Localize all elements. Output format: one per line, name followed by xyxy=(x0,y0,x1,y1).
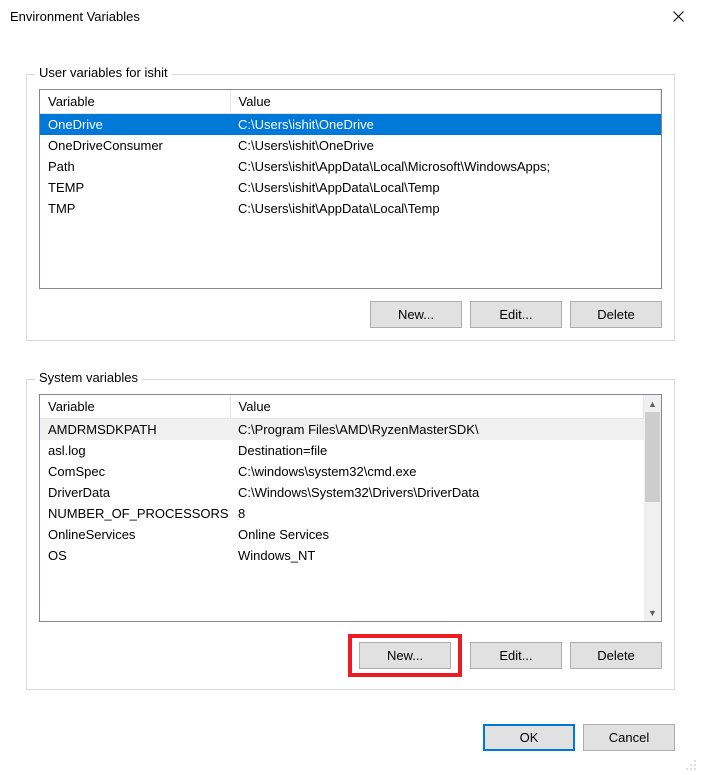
close-icon xyxy=(673,11,684,22)
window-title: Environment Variables xyxy=(10,9,140,24)
cell-value: Windows_NT xyxy=(230,545,644,566)
cell-value: C:\Users\ishit\OneDrive xyxy=(230,135,661,156)
table-row[interactable]: OnlineServicesOnline Services xyxy=(40,524,644,545)
system-variables-group: System variables Variable Value AMDRMSDK… xyxy=(26,379,675,690)
cell-value: C:\Program Files\AMD\RyzenMasterSDK\ xyxy=(230,419,644,441)
cell-value: Destination=file xyxy=(230,440,644,461)
user-delete-button[interactable]: Delete xyxy=(570,301,662,328)
scroll-up-icon[interactable]: ▲ xyxy=(644,395,661,412)
table-row[interactable]: PathC:\Users\ishit\AppData\Local\Microso… xyxy=(40,156,661,177)
cell-value: C:\Users\ishit\OneDrive xyxy=(230,114,661,136)
cell-value: C:\Users\ishit\AppData\Local\Temp xyxy=(230,177,661,198)
table-row[interactable]: ComSpecC:\windows\system32\cmd.exe xyxy=(40,461,644,482)
system-variables-table[interactable]: Variable Value AMDRMSDKPATHC:\Program Fi… xyxy=(39,394,662,622)
column-header-variable[interactable]: Variable xyxy=(40,395,230,419)
table-row[interactable]: DriverDataC:\Windows\System32\Drivers\Dr… xyxy=(40,482,644,503)
table-row[interactable]: OneDriveConsumerC:\Users\ishit\OneDrive xyxy=(40,135,661,156)
scroll-down-icon[interactable]: ▼ xyxy=(644,604,661,621)
cancel-button[interactable]: Cancel xyxy=(583,724,675,751)
table-row[interactable]: OSWindows_NT xyxy=(40,545,644,566)
cell-variable: OnlineServices xyxy=(40,524,230,545)
titlebar: Environment Variables xyxy=(0,0,701,32)
table-row[interactable]: NUMBER_OF_PROCESSORS8 xyxy=(40,503,644,524)
table-row[interactable]: OneDriveC:\Users\ishit\OneDrive xyxy=(40,114,661,136)
user-variables-group: User variables for ishit Variable Value … xyxy=(26,74,675,341)
scroll-thumb[interactable] xyxy=(645,412,660,502)
cell-variable: ComSpec xyxy=(40,461,230,482)
close-button[interactable] xyxy=(655,0,701,32)
cell-value: C:\Users\ishit\AppData\Local\Temp xyxy=(230,198,661,219)
system-new-button[interactable]: New... xyxy=(359,642,451,669)
cell-variable: OneDriveConsumer xyxy=(40,135,230,156)
table-row[interactable]: asl.logDestination=file xyxy=(40,440,644,461)
cell-value: C:\windows\system32\cmd.exe xyxy=(230,461,644,482)
column-header-value[interactable]: Value xyxy=(230,395,644,419)
scrollbar[interactable]: ▲ ▼ xyxy=(644,395,661,621)
cell-variable: TEMP xyxy=(40,177,230,198)
user-variables-label: User variables for ishit xyxy=(35,65,172,80)
table-row[interactable]: TMPC:\Users\ishit\AppData\Local\Temp xyxy=(40,198,661,219)
system-variables-label: System variables xyxy=(35,370,142,385)
cell-variable: AMDRMSDKPATH xyxy=(40,419,230,441)
table-row[interactable]: AMDRMSDKPATHC:\Program Files\AMD\RyzenMa… xyxy=(40,419,644,441)
table-row[interactable]: TEMPC:\Users\ishit\AppData\Local\Temp xyxy=(40,177,661,198)
user-new-button[interactable]: New... xyxy=(370,301,462,328)
cell-value: 8 xyxy=(230,503,644,524)
user-variables-table[interactable]: Variable Value OneDriveC:\Users\ishit\On… xyxy=(39,89,662,289)
cell-variable: OneDrive xyxy=(40,114,230,136)
cell-value: Online Services xyxy=(230,524,644,545)
cell-variable: DriverData xyxy=(40,482,230,503)
resize-grip-icon[interactable] xyxy=(685,759,697,771)
cell-variable: asl.log xyxy=(40,440,230,461)
system-edit-button[interactable]: Edit... xyxy=(470,642,562,669)
column-header-variable[interactable]: Variable xyxy=(40,90,230,114)
cell-value: C:\Windows\System32\Drivers\DriverData xyxy=(230,482,644,503)
cell-variable: OS xyxy=(40,545,230,566)
cell-variable: NUMBER_OF_PROCESSORS xyxy=(40,503,230,524)
column-header-value[interactable]: Value xyxy=(230,90,661,114)
cell-value: C:\Users\ishit\AppData\Local\Microsoft\W… xyxy=(230,156,661,177)
cell-variable: Path xyxy=(40,156,230,177)
cell-variable: TMP xyxy=(40,198,230,219)
ok-button[interactable]: OK xyxy=(483,724,575,751)
new-button-highlight: New... xyxy=(348,634,462,677)
system-delete-button[interactable]: Delete xyxy=(570,642,662,669)
user-edit-button[interactable]: Edit... xyxy=(470,301,562,328)
